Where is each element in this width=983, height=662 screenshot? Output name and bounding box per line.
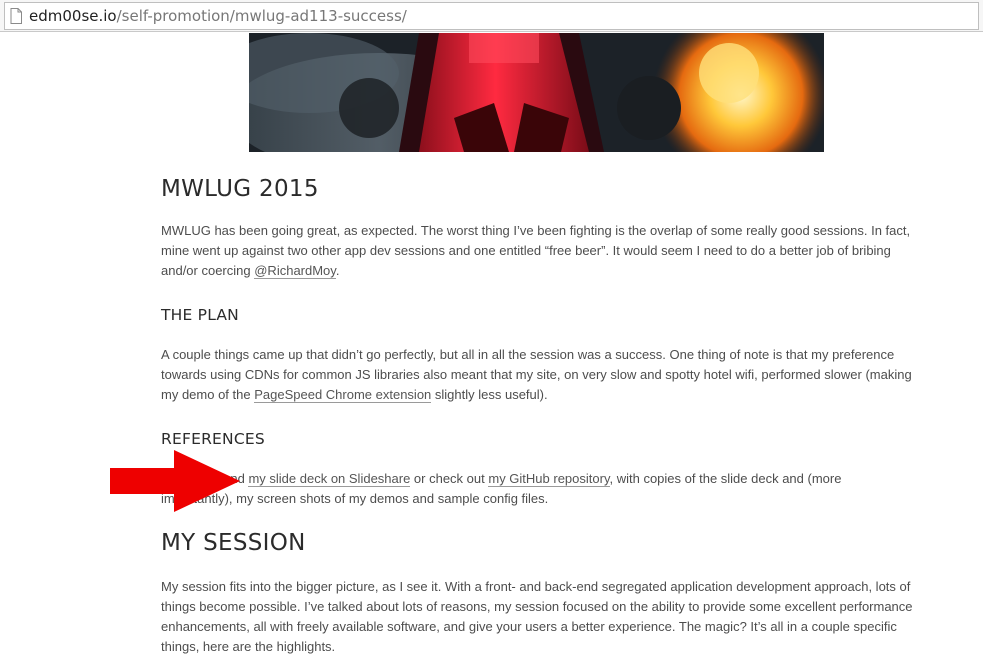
- red-arrow-shape: [110, 450, 240, 512]
- heading-references: REFERENCES: [161, 430, 265, 448]
- paragraph-plan-end: slightly less useful).: [431, 387, 548, 402]
- paragraph-references-mid: or check out: [410, 471, 489, 486]
- heading-mwlug-2015: MWLUG 2015: [161, 176, 319, 202]
- paragraph-references: Check out and my slide deck on Slideshar…: [161, 469, 913, 509]
- page-icon: [10, 8, 22, 24]
- browser-address-bar: edm00se.io/self-promotion/mwlug-ad113-su…: [0, 0, 983, 32]
- red-arrow-icon: [110, 450, 240, 512]
- heading-my-session: MY SESSION: [161, 530, 306, 556]
- url-path: /self-promotion/mwlug-ad113-success/: [116, 7, 407, 25]
- link-slideshare-deck[interactable]: my slide deck on Slideshare: [248, 471, 411, 487]
- url-field[interactable]: edm00se.io/self-promotion/mwlug-ad113-su…: [4, 2, 979, 30]
- paragraph-intro: MWLUG has been going great, as expected.…: [161, 221, 913, 281]
- paragraph-session: My session fits into the bigger picture,…: [161, 579, 913, 654]
- link-github-repository[interactable]: my GitHub repository: [488, 471, 610, 487]
- heading-the-plan: THE PLAN: [161, 306, 239, 324]
- link-pagespeed-extension[interactable]: PageSpeed Chrome extension: [254, 387, 432, 403]
- url-host: edm00se.io: [29, 7, 117, 25]
- url-text: edm00se.io/self-promotion/mwlug-ad113-su…: [29, 7, 407, 25]
- paragraph-plan: A couple things came up that didn’t go p…: [161, 345, 913, 405]
- paragraph-intro-end: .: [335, 263, 340, 278]
- link-richardmoy[interactable]: @RichardMoy: [254, 263, 336, 279]
- hero-image: [249, 33, 824, 152]
